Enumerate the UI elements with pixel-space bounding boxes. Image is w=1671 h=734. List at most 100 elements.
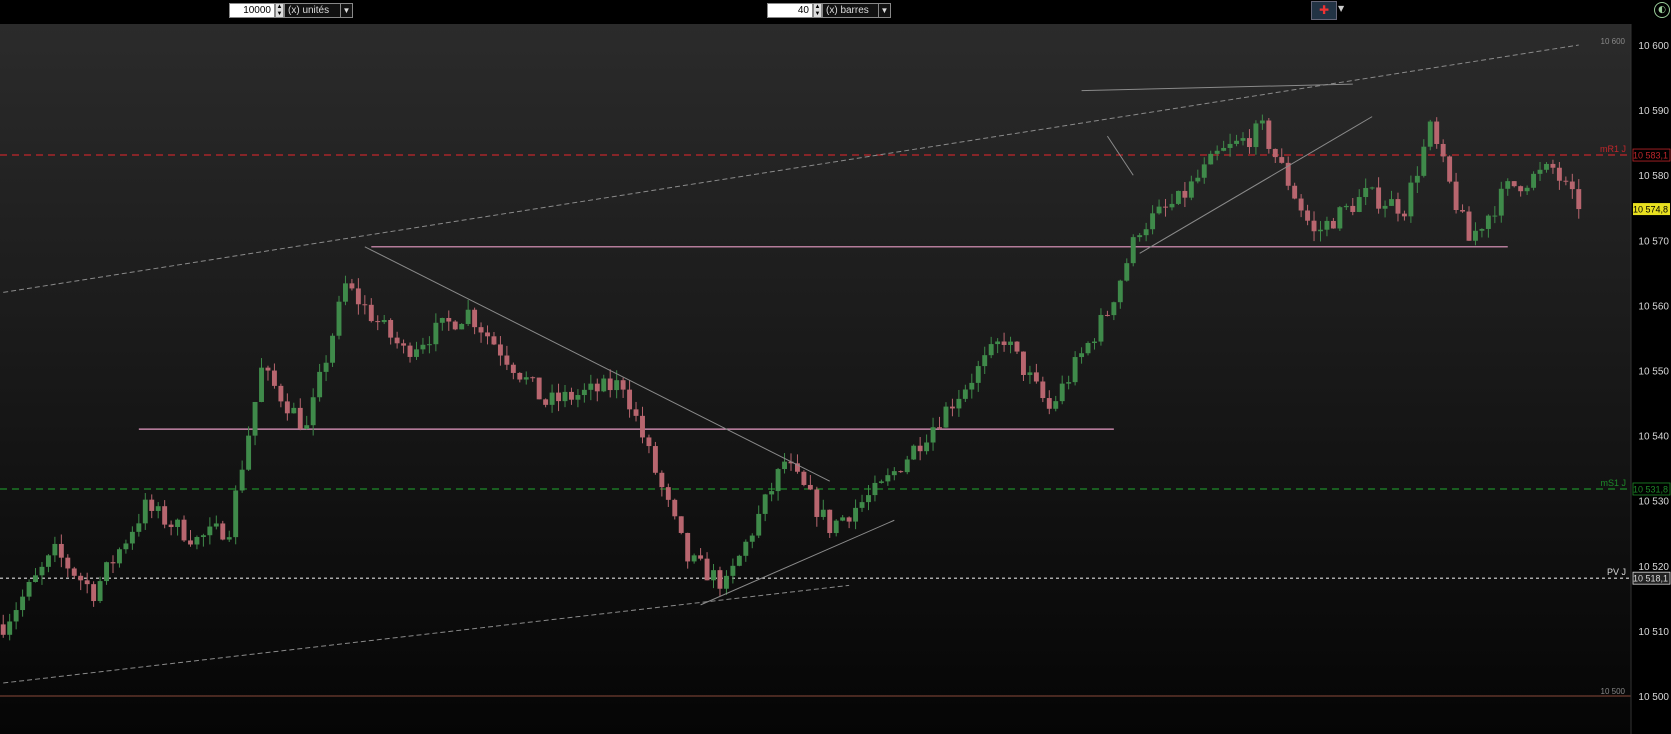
candle-body [1272, 148, 1278, 158]
candle-body [1556, 167, 1562, 181]
candle-body [704, 558, 710, 581]
candle-body [543, 399, 549, 405]
candle-body [1292, 185, 1298, 199]
candle-body [246, 435, 252, 470]
candle-body [129, 531, 135, 544]
candle-body [168, 524, 174, 528]
candle-body [78, 575, 84, 581]
candle-body [26, 581, 32, 597]
candle-body [84, 580, 90, 585]
candle-body [1311, 220, 1317, 232]
candle-body [1188, 181, 1194, 198]
candle-body [1259, 120, 1265, 124]
candle-body [646, 437, 652, 447]
candle-body [1305, 210, 1311, 221]
candle-body [1550, 163, 1556, 168]
candle-body [355, 288, 361, 305]
units-label[interactable]: (x) unités [284, 3, 341, 18]
y-tick-label: 10 500 [1638, 692, 1669, 703]
candle-body [1563, 180, 1569, 182]
candle-body [723, 575, 729, 589]
level-name: mR1 J [1600, 144, 1626, 154]
candle-body [401, 343, 407, 346]
add-indicator-icon[interactable]: ✚ [1311, 1, 1337, 20]
candle-body [891, 471, 897, 476]
candle-body [1324, 220, 1330, 230]
candle-body [1537, 169, 1543, 174]
units-dropdown-icon[interactable]: ▼ [341, 3, 353, 18]
candle-body [33, 575, 38, 582]
candle-body [362, 304, 368, 306]
candle-body [969, 382, 975, 390]
y-tick-label: 10 580 [1638, 171, 1669, 182]
candle-body [226, 537, 232, 540]
bars-spinner[interactable]: 40 ▲ ▼ (x) barres ▼ [767, 2, 891, 19]
candle-body [45, 555, 51, 567]
candle-body [872, 482, 878, 496]
candle-body [1531, 173, 1537, 188]
candle-body [420, 344, 426, 350]
candle-body [39, 566, 45, 576]
candle-body [898, 471, 904, 473]
candle-body [801, 471, 807, 485]
bars-input[interactable]: 40 [767, 3, 813, 18]
candle-body [1382, 205, 1388, 209]
indicator-dropdown-icon[interactable]: ▼ [1338, 4, 1344, 13]
last-price-label: 10 574,8 [1633, 205, 1668, 215]
candle-body [1001, 341, 1007, 345]
price-chart[interactable]: mR1 J10 583,1mS1 J10 531,8PV J10 518,110… [0, 24, 1671, 734]
bars-stepper-icon[interactable]: ▲ ▼ [813, 3, 822, 18]
candle-body [1253, 123, 1259, 148]
y-tick-label: 10 600 [1638, 41, 1669, 52]
candle-body [1111, 302, 1117, 316]
candle-body [291, 407, 297, 414]
candle-body [181, 519, 187, 541]
candle-body [575, 395, 581, 400]
candle-body [330, 335, 335, 363]
candle-body [1117, 280, 1123, 303]
candle-body [265, 367, 271, 371]
candle-body [97, 581, 103, 602]
bars-dropdown-icon[interactable]: ▼ [879, 3, 891, 18]
candle-body [556, 392, 561, 402]
candle-body [149, 499, 155, 511]
candle-body [433, 322, 439, 345]
candle-body [465, 309, 471, 324]
candle-body [91, 584, 97, 602]
candle-body [1473, 230, 1478, 241]
candle-body [336, 301, 342, 336]
candle-body [1395, 199, 1401, 214]
candle-body [510, 364, 516, 373]
candle-body [711, 570, 716, 581]
candle-body [485, 332, 490, 337]
candle-body [523, 377, 529, 380]
candle-body [652, 446, 658, 473]
candle-body [1356, 197, 1362, 212]
candle-body [1066, 382, 1072, 384]
y-tick-label: 10 560 [1638, 301, 1669, 312]
candle-body [562, 391, 568, 402]
settings-icon[interactable]: ◐ [1654, 2, 1670, 18]
units-input[interactable]: 10000 [229, 3, 275, 18]
units-stepper-icon[interactable]: ▲ ▼ [275, 3, 284, 18]
candle-body [911, 445, 917, 460]
candle-body [517, 372, 523, 380]
candle-body [1104, 314, 1110, 316]
units-spinner[interactable]: 10000 ▲ ▼ (x) unités ▼ [229, 2, 353, 19]
candle-body [200, 535, 206, 538]
candle-body [530, 377, 536, 379]
candle-body [878, 481, 884, 483]
candle-body [497, 344, 503, 356]
candle-body [1175, 190, 1181, 204]
y-tick-label: 10 520 [1638, 562, 1669, 573]
candle-body [588, 383, 594, 390]
candle-body [691, 555, 697, 562]
candle-body [504, 355, 510, 365]
bars-label[interactable]: (x) barres [822, 3, 879, 18]
candle-body [1524, 187, 1530, 192]
candle-body [1169, 203, 1175, 208]
candle-body [904, 459, 910, 473]
candle-body [1337, 207, 1343, 229]
candle-body [414, 349, 419, 357]
candle-body [284, 401, 290, 414]
